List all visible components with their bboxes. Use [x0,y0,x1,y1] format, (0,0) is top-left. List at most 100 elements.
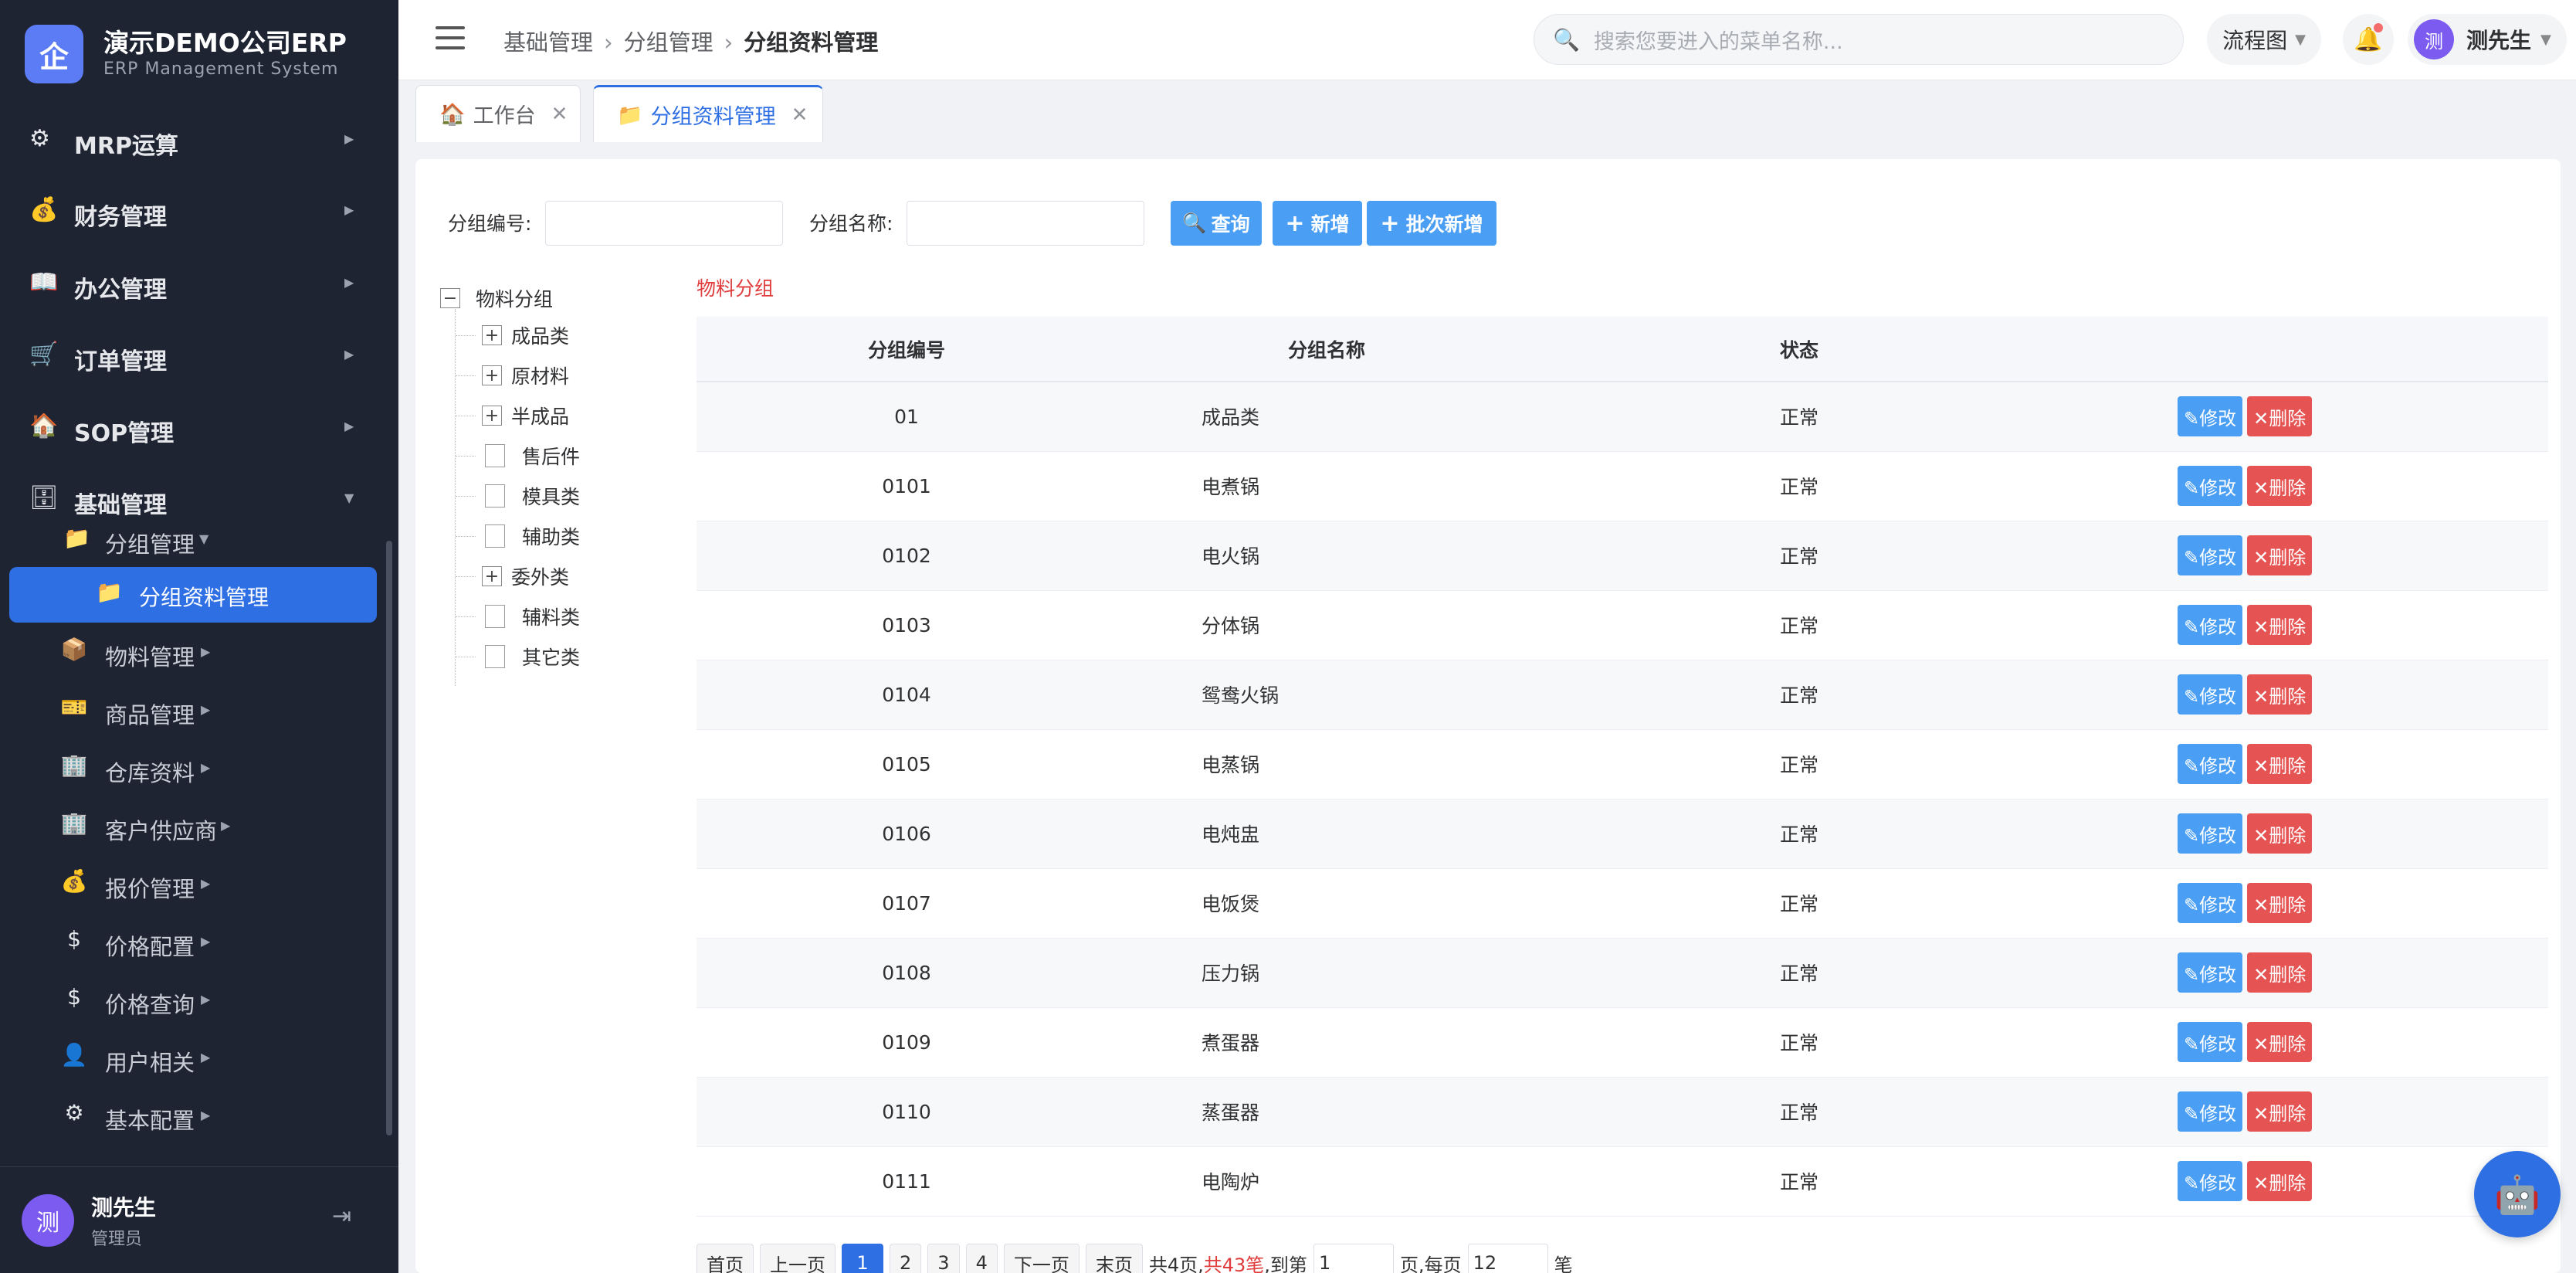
delete-button[interactable]: ✕删除 [2247,605,2313,645]
table-row[interactable]: 0106 电炖盅 正常 ✎修改 ✕删除 [697,799,2548,869]
add-button[interactable]: + 新增 [1273,201,1362,246]
avatar[interactable]: 测 [22,1193,74,1247]
group-code-input[interactable] [545,201,783,246]
tree-node[interactable]: + 成品类 [456,321,569,349]
logout-icon[interactable]: ⇥ [332,1203,363,1234]
sidebar-item-0[interactable]: ⚙ MRP运算 ▶ [0,116,398,162]
delete-button[interactable]: ✕删除 [2247,674,2313,715]
expand-icon[interactable]: + [482,365,502,385]
tab-group-data[interactable]: 📁 分组资料管理 ✕ [593,85,823,142]
delete-button[interactable]: ✕删除 [2247,1161,2313,1201]
sidebar-item-3[interactable]: 🛒 订单管理 ▶ [0,331,398,378]
page-size-input[interactable]: 12 [1467,1244,1548,1273]
expand-icon[interactable]: + [482,566,502,586]
tree-node[interactable]: + 原材料 [456,362,569,389]
edit-button[interactable]: ✎修改 [2178,396,2243,437]
sidebar-item-group[interactable]: 📁 分组管理 ▼ [0,516,398,562]
sidebar-item-sub-2[interactable]: 🏢 仓库资料 ▶ [0,743,398,789]
table-row[interactable]: 0103 分体锅 正常 ✎修改 ✕删除 [697,590,2548,660]
close-icon[interactable]: ✕ [791,104,808,127]
close-icon[interactable]: ✕ [551,103,568,126]
goto-page-input[interactable]: 1 [1313,1244,1394,1273]
expand-icon[interactable]: + [482,325,502,345]
sidebar-item-active[interactable]: 📁 分组资料管理 [9,567,377,623]
table-row[interactable]: 0108 压力锅 正常 ✎修改 ✕删除 [697,938,2548,1008]
prev-page-button[interactable]: 上一页 [760,1244,836,1273]
edit-button[interactable]: ✎修改 [2178,674,2243,715]
tree-node[interactable]: 辅料类 [456,603,580,630]
sidebar-item-sub-5[interactable]: $ 价格配置 ▶ [0,917,398,963]
edit-button[interactable]: ✎修改 [2178,744,2243,784]
tree-node[interactable]: 辅助类 [456,522,580,550]
assistant-robot-icon[interactable]: 🤖 [2474,1151,2561,1237]
batch-add-button[interactable]: + 批次新增 [1367,201,1496,246]
group-name-input[interactable] [907,201,1144,246]
edit-button[interactable]: ✎修改 [2178,1022,2243,1062]
sidebar-item-5[interactable]: 🗄 基础管理 ▼ [0,475,398,521]
delete-button[interactable]: ✕删除 [2247,952,2313,993]
sidebar-item-2[interactable]: 📖 办公管理 ▶ [0,260,398,306]
tree-node[interactable]: 售后件 [456,442,580,470]
page-button-3[interactable]: 3 [927,1244,960,1273]
edit-button[interactable]: ✎修改 [2178,952,2243,993]
tree-root[interactable]: − 物料分组 [440,284,553,312]
delete-button[interactable]: ✕删除 [2247,744,2313,784]
user-menu-button[interactable]: 测测先生 ▼ [2408,14,2567,65]
delete-button[interactable]: ✕删除 [2247,813,2313,854]
delete-button[interactable]: ✕删除 [2247,883,2313,923]
edit-button[interactable]: ✎修改 [2178,813,2243,854]
delete-button[interactable]: ✕删除 [2247,1091,2313,1132]
table-row[interactable]: 0104 鸳鸯火锅 正常 ✎修改 ✕删除 [697,660,2548,730]
page-button-1[interactable]: 1 [842,1244,883,1273]
menu-toggle-icon[interactable] [436,26,465,51]
table-row[interactable]: 0105 电蒸锅 正常 ✎修改 ✕删除 [697,729,2548,799]
sidebar-item-sub-0[interactable]: 📦 物料管理 ▶ [0,627,398,674]
sidebar-item-sub-3[interactable]: 🏢 客户供应商 ▶ [0,801,398,847]
search-button[interactable]: 🔍 查询 [1171,201,1262,246]
table-row[interactable]: 0102 电火锅 正常 ✎修改 ✕删除 [697,521,2548,591]
table-row[interactable]: 0110 蒸蛋器 正常 ✎修改 ✕删除 [697,1077,2548,1147]
flowchart-button[interactable]: 流程图 ▼ [2207,14,2321,65]
delete-button[interactable]: ✕删除 [2247,535,2313,575]
breadcrumb-item[interactable]: 基础管理 [503,29,593,56]
notification-bell-icon[interactable]: 🔔 [2343,14,2394,65]
table-row[interactable]: 0109 煮蛋器 正常 ✎修改 ✕删除 [697,1007,2548,1078]
tree-node[interactable]: + 半成品 [456,402,569,429]
edit-button[interactable]: ✎修改 [2178,1091,2243,1132]
expand-icon[interactable]: + [482,406,502,426]
table-row[interactable]: 0111 电陶炉 正常 ✎修改 ✕删除 [697,1146,2548,1217]
sidebar-item-sub-6[interactable]: $ 价格查询 ▶ [0,975,398,1021]
edit-button[interactable]: ✎修改 [2178,883,2243,923]
total-pages: 共4页, [1148,1254,1204,1273]
tree-node[interactable]: 模具类 [456,482,580,510]
breadcrumb-item[interactable]: 分组管理 [624,29,713,56]
edit-button[interactable]: ✎修改 [2178,466,2243,506]
last-page-button[interactable]: 末页 [1085,1244,1143,1273]
delete-button[interactable]: ✕删除 [2247,396,2313,437]
sidebar-item-sub-8[interactable]: ⚙ 基本配置 ▶ [0,1091,398,1137]
sidebar-item-4[interactable]: 🏠 SOP管理 ▶ [0,403,398,450]
sidebar-item-sub-7[interactable]: 👤 用户相关 ▶ [0,1033,398,1079]
edit-button[interactable]: ✎修改 [2178,1161,2243,1201]
next-page-button[interactable]: 下一页 [1003,1244,1080,1273]
sidebar-scrollbar[interactable] [386,541,392,1136]
table-row[interactable]: 0101 电煮锅 正常 ✎修改 ✕删除 [697,451,2548,521]
page-button-4[interactable]: 4 [965,1244,998,1273]
tree-node[interactable]: + 委外类 [456,562,569,590]
tree-node[interactable]: 其它类 [456,643,580,670]
delete-button[interactable]: ✕删除 [2247,1022,2313,1062]
edit-button[interactable]: ✎修改 [2178,605,2243,645]
menu-search-input[interactable]: 🔍 搜索您要进入的菜单名称... [1534,14,2184,65]
tab-label: 分组资料管理 [650,105,776,129]
sidebar-item-1[interactable]: 💰 财务管理 ▶ [0,187,398,233]
sidebar-item-sub-4[interactable]: 💰 报价管理 ▶ [0,859,398,905]
first-page-button[interactable]: 首页 [697,1244,754,1273]
table-row[interactable]: 01 成品类 正常 ✎修改 ✕删除 [697,382,2548,452]
table-row[interactable]: 0107 电饭煲 正常 ✎修改 ✕删除 [697,868,2548,939]
delete-button[interactable]: ✕删除 [2247,466,2313,506]
page-button-2[interactable]: 2 [890,1244,922,1273]
sidebar-item-sub-1[interactable]: 🎫 商品管理 ▶ [0,685,398,732]
edit-button[interactable]: ✎修改 [2178,535,2243,575]
tab-workbench[interactable]: 🏠 工作台 ✕ [415,85,581,142]
collapse-icon[interactable]: − [440,288,460,308]
